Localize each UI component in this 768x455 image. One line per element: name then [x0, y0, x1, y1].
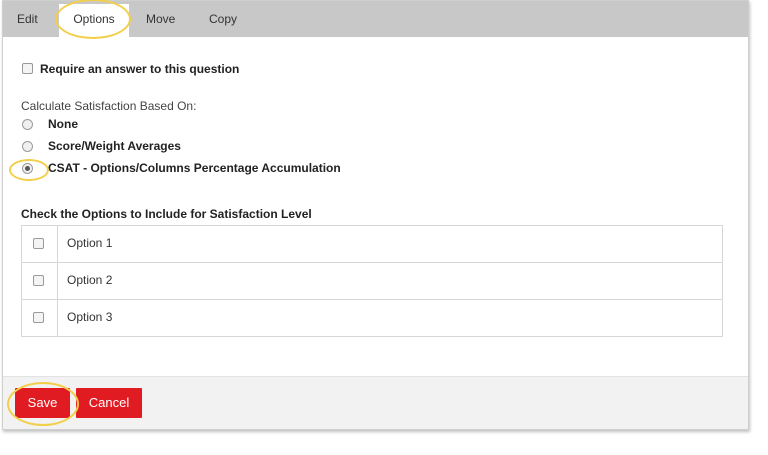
tab-bar: Edit Options Move Copy	[3, 0, 748, 39]
require-answer-label: Require an answer to this question	[40, 62, 240, 76]
option-1-checkbox[interactable]	[33, 238, 44, 249]
radio-score-weight-label: Score/Weight Averages	[48, 139, 181, 153]
option-2-label: Option 2	[67, 273, 113, 287]
options-table: Option 1 Option 2 Option 3	[21, 225, 723, 337]
tab-options[interactable]: Options	[59, 4, 129, 37]
options-section-title: Check the Options to Include for Satisfa…	[21, 207, 312, 221]
option-1-label: Option 1	[67, 236, 113, 250]
table-row: Option 2	[22, 263, 722, 300]
satisfaction-label: Calculate Satisfaction Based On:	[21, 99, 197, 113]
table-row: Option 3	[22, 300, 722, 337]
question-options-panel: Edit Options Move Copy Require an answer…	[2, 0, 749, 430]
radio-none-label: None	[48, 117, 78, 131]
tab-copy[interactable]: Copy	[209, 1, 237, 37]
require-answer-checkbox[interactable]	[22, 63, 33, 74]
option-2-checkbox[interactable]	[33, 275, 44, 286]
radio-none[interactable]	[22, 119, 33, 130]
option-3-checkbox[interactable]	[33, 312, 44, 323]
radio-score-weight[interactable]	[22, 141, 33, 152]
save-button[interactable]: Save	[15, 388, 70, 418]
tab-edit[interactable]: Edit	[17, 1, 38, 37]
option-3-label: Option 3	[67, 310, 113, 324]
cancel-button[interactable]: Cancel	[76, 388, 142, 418]
tab-move[interactable]: Move	[146, 1, 175, 37]
form-footer: Save Cancel	[3, 376, 748, 429]
radio-csat[interactable]	[22, 163, 33, 174]
table-row: Option 1	[22, 226, 722, 263]
radio-csat-label: CSAT - Options/Columns Percentage Accumu…	[48, 161, 341, 175]
